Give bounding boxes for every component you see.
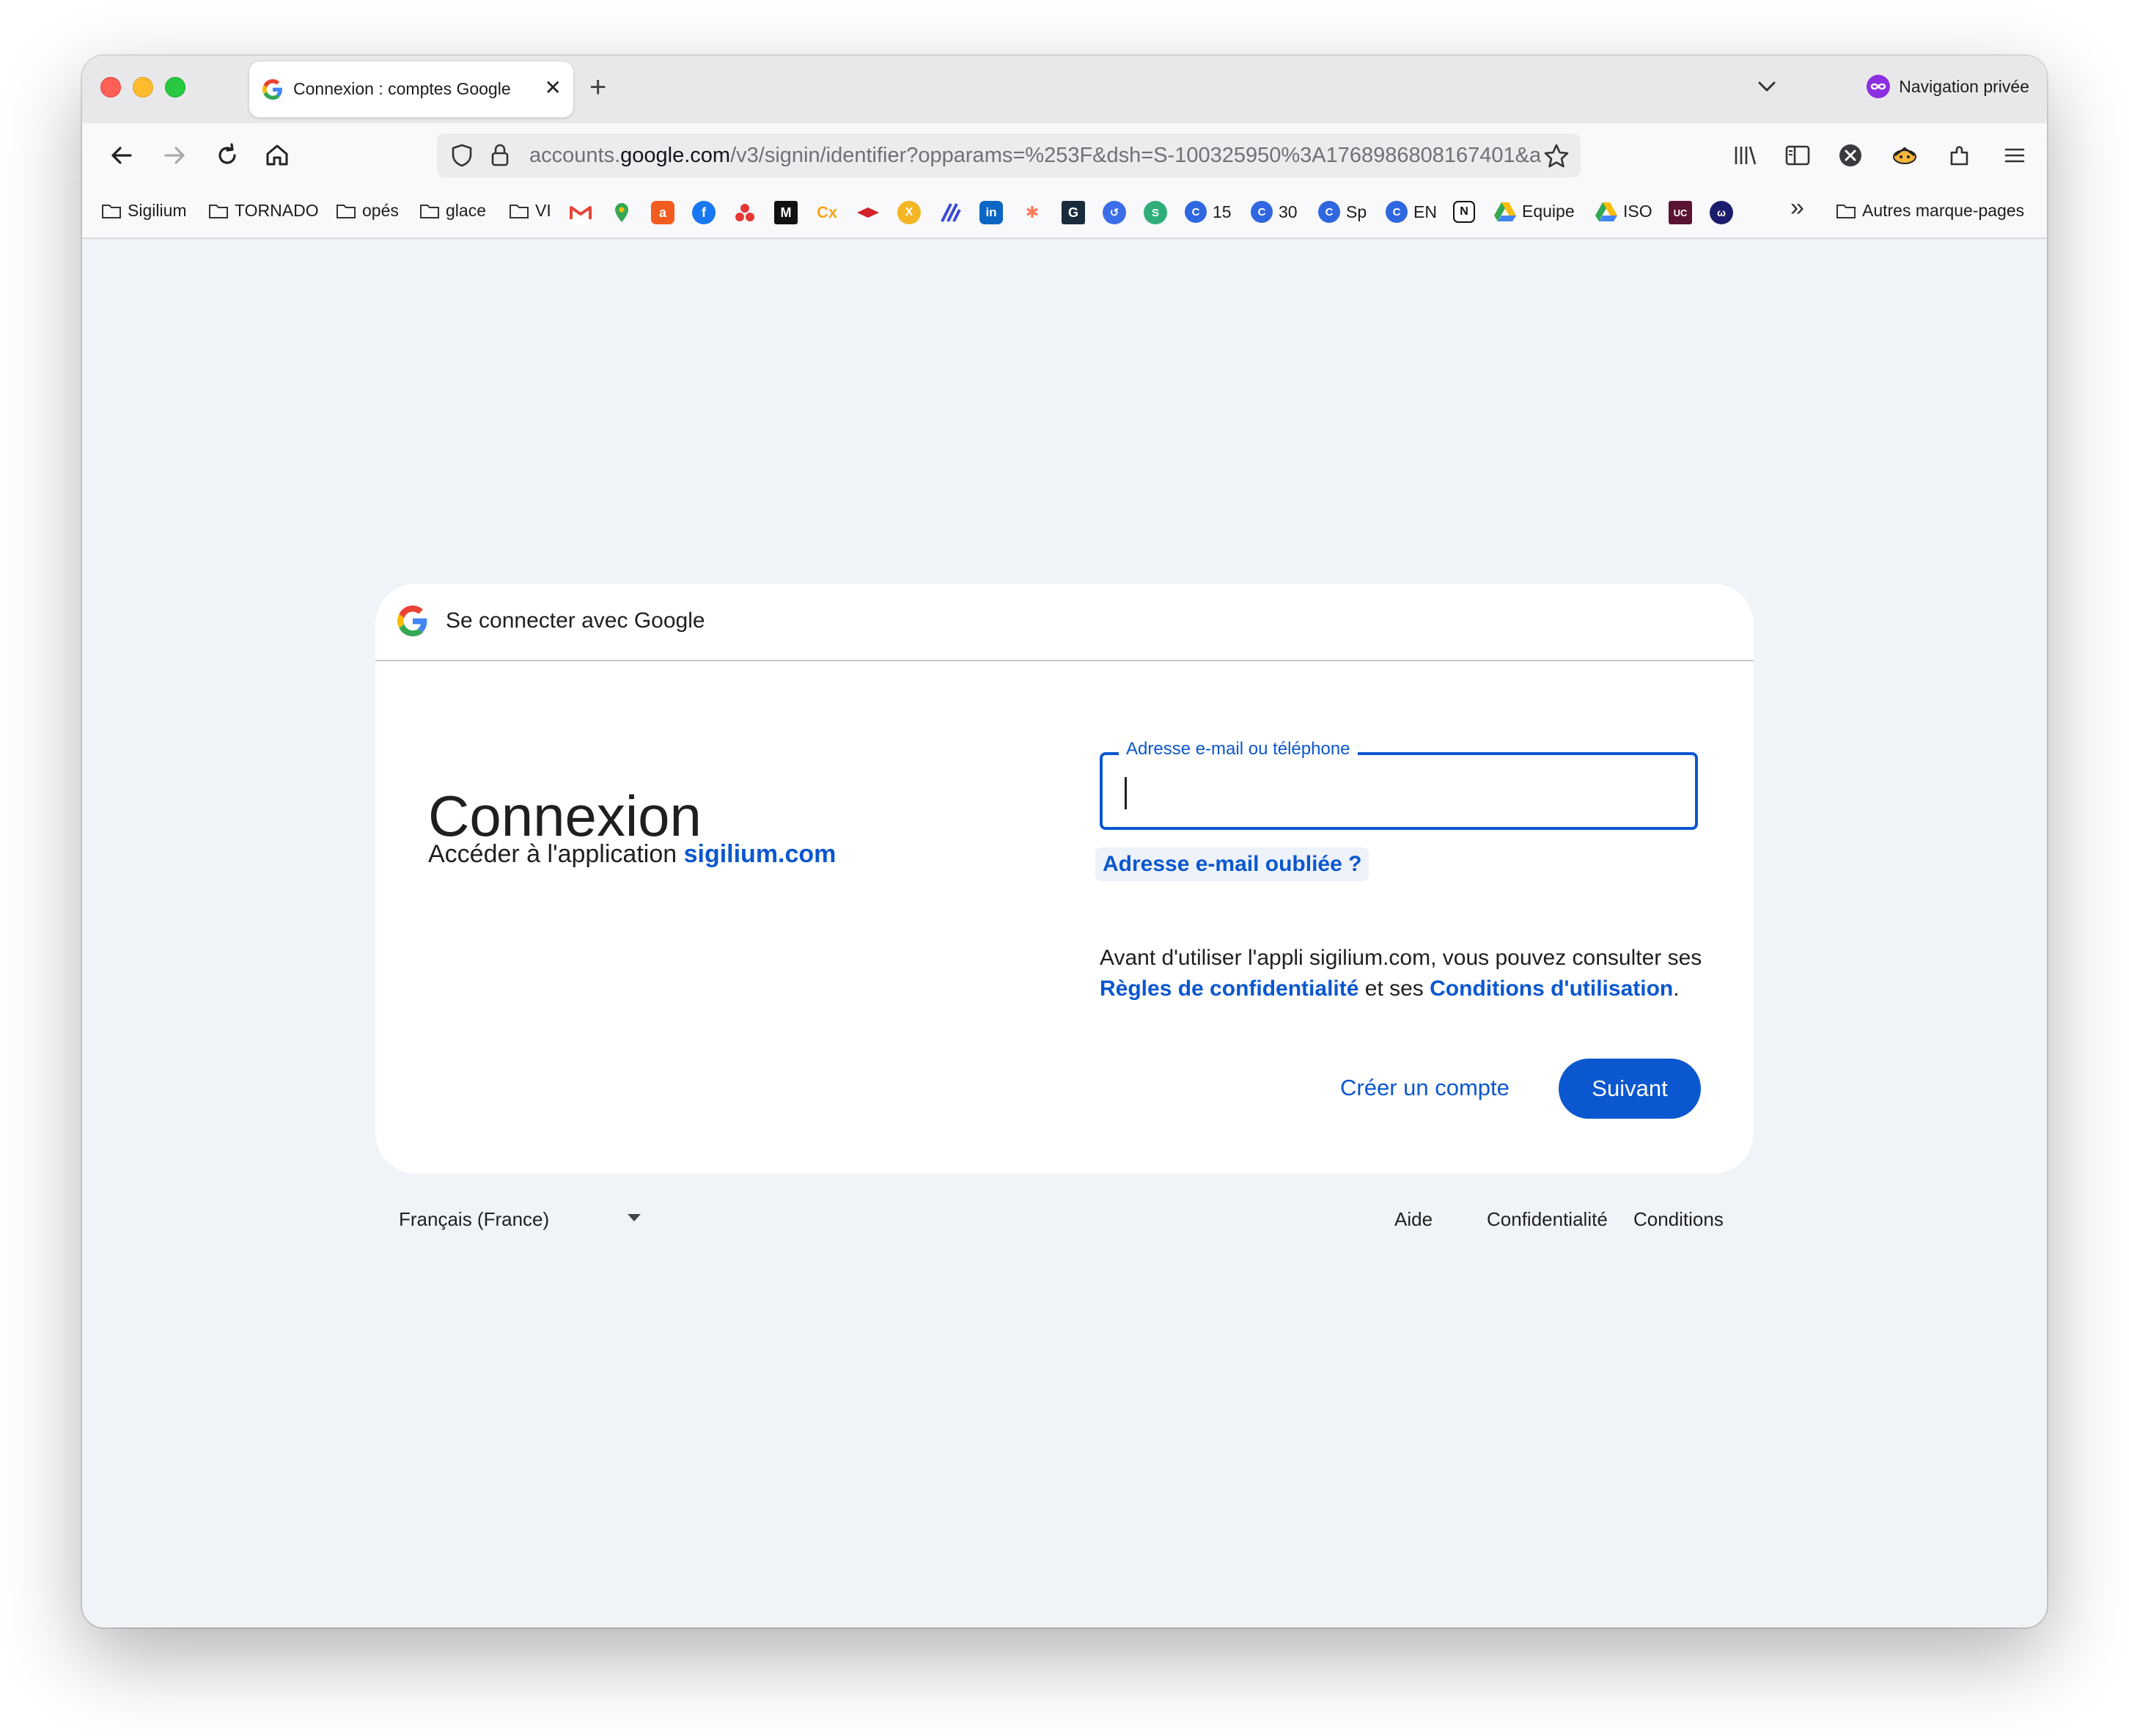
sidebar-icon[interactable] [1781, 139, 1814, 172]
url-text[interactable]: accounts.google.com/v3/signin/identifier… [529, 144, 1541, 168]
private-browsing-indicator: Navigation privée [1867, 75, 2029, 98]
card-header-title: Se connecter avec Google [446, 608, 705, 633]
extension-fox-icon[interactable] [1889, 139, 1921, 172]
app-subtitle: Accéder à l'application sigilium.com [428, 840, 836, 868]
browser-window: Connexion : comptes Google ✕ + Navigatio… [82, 56, 2047, 1628]
extension-x-icon[interactable] [1834, 139, 1867, 172]
c-logo-icon: C [1386, 201, 1408, 223]
folder-icon [337, 204, 356, 218]
bookmark-folder-sigilium[interactable]: Sigilium [101, 201, 187, 221]
footer-help-link[interactable]: Aide [1394, 1208, 1433, 1231]
tab-strip: Connexion : comptes Google ✕ + Navigatio… [82, 56, 2047, 123]
bookmark-c-sp[interactable]: C Sp [1318, 201, 1367, 223]
card-header: Se connecter avec Google [375, 584, 1754, 661]
bookmark-folder-glace[interactable]: glace [419, 201, 486, 221]
dropdown-arrow-icon[interactable] [628, 1214, 641, 1221]
linkedin-icon[interactable]: in [979, 201, 1003, 224]
privacy-notice: Avant d'utiliser l'appli sigilium.com, v… [1100, 946, 1702, 1001]
bookmark-drive-equipe[interactable]: Equipe [1494, 201, 1575, 221]
app-link[interactable]: sigilium.com [684, 840, 836, 868]
notion-icon[interactable]: N [1453, 201, 1475, 223]
next-button[interactable]: Suivant [1559, 1059, 1701, 1119]
blue-circle-app-icon[interactable]: ↺ [1103, 201, 1126, 224]
c-logo-icon: C [1185, 201, 1207, 223]
create-account-button[interactable]: Créer un compte [1340, 1075, 1510, 1101]
private-label: Navigation privée [1899, 76, 2029, 96]
bookmark-drive-iso[interactable]: ISO [1595, 201, 1652, 221]
bookmarks-overflow-chevron-icon[interactable]: » [1790, 194, 1804, 222]
green-circle-app-icon[interactable]: S [1144, 201, 1167, 224]
bookmark-c-30[interactable]: C 30 [1251, 201, 1298, 223]
folder-icon [510, 204, 529, 218]
minimize-window-button[interactable] [133, 77, 153, 98]
language-select[interactable]: Français (France) [399, 1208, 549, 1231]
signin-card: Se connecter avec Google Connexion Accéd… [375, 584, 1754, 1174]
close-window-button[interactable] [100, 77, 121, 98]
tab-close-icon[interactable]: ✕ [545, 76, 562, 100]
gmail-icon[interactable] [569, 201, 592, 224]
footer-privacy-link[interactable]: Confidentialité [1487, 1208, 1608, 1231]
cx-app-icon[interactable]: Cx [815, 201, 839, 224]
google-g-icon [262, 79, 282, 100]
list-tabs-icon[interactable] [1752, 72, 1781, 101]
maximize-window-button[interactable] [165, 77, 185, 98]
home-icon[interactable] [261, 139, 293, 172]
orange-app-icon[interactable]: a [651, 201, 674, 224]
shield-icon[interactable] [449, 142, 475, 169]
folder-icon [209, 204, 228, 218]
private-mask-icon [1867, 75, 1891, 98]
navigation-toolbar: accounts.google.com/v3/signin/identifier… [82, 123, 2047, 188]
folder-icon [1836, 204, 1856, 218]
bookmark-c-en[interactable]: C EN [1386, 201, 1437, 223]
c-logo-icon: C [1318, 201, 1340, 223]
footer-terms-link[interactable]: Conditions [1633, 1208, 1724, 1231]
uc-app-icon[interactable]: UC [1669, 201, 1692, 224]
stripes-app-icon[interactable] [938, 201, 962, 224]
facebook-icon[interactable]: f [692, 201, 716, 224]
bookmark-folder-other[interactable]: Autres marque-pages [1836, 201, 2024, 221]
bookmark-folder-opes[interactable]: opés [336, 201, 399, 221]
lock-icon[interactable] [488, 142, 512, 169]
red-diamond-app-icon[interactable] [856, 201, 880, 224]
library-icon[interactable] [1729, 139, 1761, 172]
bookmarks-bar: Sigilium TORNADO opés glace VI a f M Cx … [82, 188, 2047, 239]
email-field-label: Adresse e-mail ou téléphone [1119, 739, 1358, 760]
red-triangle-app-icon[interactable] [733, 201, 757, 224]
text-caret [1125, 777, 1127, 809]
google-drive-icon [1595, 202, 1617, 221]
folder-icon [420, 204, 439, 218]
yellow-x-app-icon[interactable]: X [897, 201, 921, 224]
forgot-email-link[interactable]: Adresse e-mail oubliée ? [1095, 847, 1369, 881]
privacy-policy-link[interactable]: Règles de confidentialité [1100, 976, 1358, 1001]
tab-title: Connexion : comptes Google [293, 79, 511, 98]
bookmark-folder-vi[interactable]: VI [509, 201, 551, 221]
bookmark-folder-tornado[interactable]: TORNADO [208, 201, 319, 221]
menu-hamburger-icon[interactable] [1999, 139, 2031, 172]
address-bar[interactable]: accounts.google.com/v3/signin/identifier… [437, 133, 1581, 177]
hubspot-icon[interactable]: ✱ [1021, 201, 1044, 224]
email-field[interactable]: Adresse e-mail ou téléphone [1100, 739, 1698, 830]
folder-icon [102, 204, 121, 218]
page-footer: Français (France) Aide Confidentialité C… [375, 1199, 1754, 1243]
bookmark-star-icon[interactable] [1542, 142, 1570, 170]
tab-google-signin[interactable]: Connexion : comptes Google ✕ [249, 62, 573, 117]
reload-icon[interactable] [211, 139, 243, 172]
bookmark-c-15[interactable]: C 15 [1185, 201, 1232, 223]
google-g-icon [397, 606, 427, 636]
c-logo-icon: C [1251, 201, 1273, 223]
email-input[interactable] [1122, 777, 1682, 808]
google-drive-icon [1494, 202, 1516, 221]
google-maps-icon[interactable] [610, 201, 633, 224]
g-square-app-icon[interactable]: G [1062, 201, 1085, 224]
new-tab-button[interactable]: + [589, 69, 606, 106]
forward-arrow-icon[interactable] [158, 139, 191, 172]
le-monde-icon[interactable]: M [774, 201, 798, 224]
w-circle-app-icon[interactable]: ω [1710, 201, 1733, 224]
back-arrow-icon[interactable] [106, 139, 138, 172]
extensions-puzzle-icon[interactable] [1944, 139, 1977, 172]
terms-of-use-link[interactable]: Conditions d'utilisation [1430, 976, 1673, 1001]
